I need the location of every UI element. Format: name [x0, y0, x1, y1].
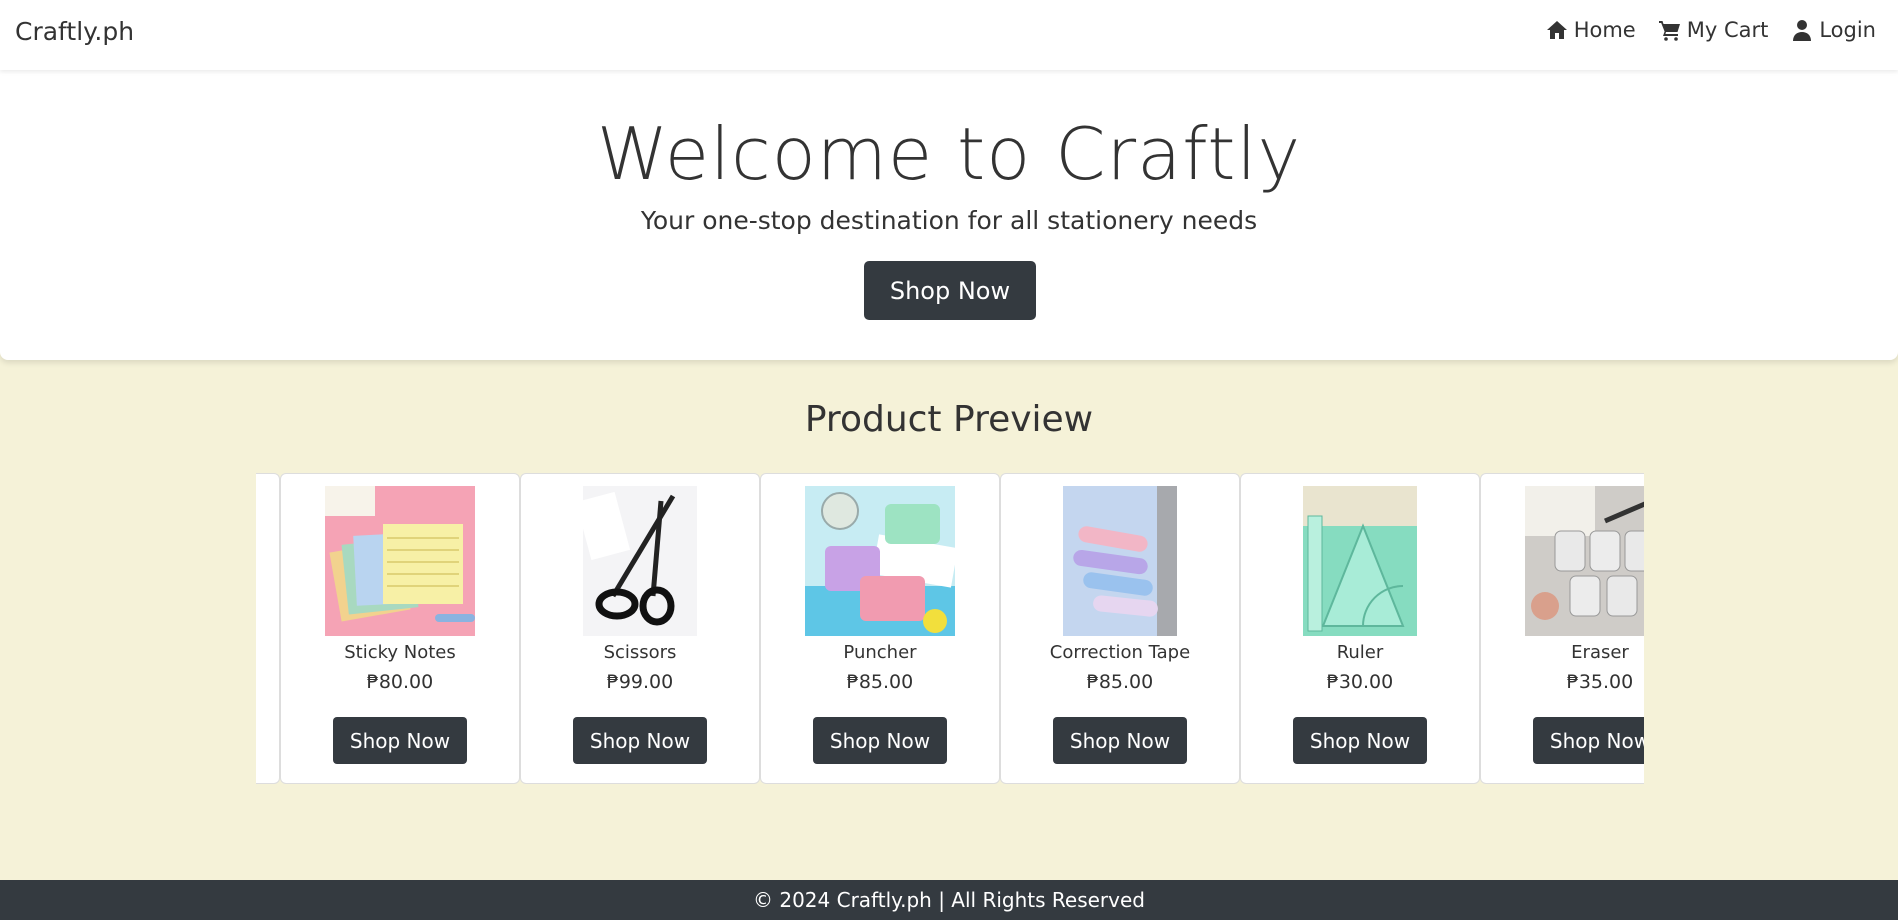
puncher-image: [805, 486, 955, 636]
product-shop-now-button[interactable]: Shop Now: [333, 717, 467, 764]
product-price: ₱35.00: [1566, 671, 1634, 693]
product-price: ₱80.00: [366, 671, 434, 693]
product-preview-title: Product Preview: [804, 399, 1094, 440]
carousel-track: Sticky Notes ₱80.00 Shop Now Scissors ₱9…: [256, 473, 1644, 784]
product-card: Puncher ₱85.00 Shop Now: [760, 473, 1000, 784]
product-name: Eraser: [1571, 642, 1629, 663]
nav-home-link[interactable]: Home: [1545, 18, 1636, 42]
product-shop-now-button[interactable]: Shop Now: [1293, 717, 1427, 764]
product-name: Sticky Notes: [344, 642, 456, 663]
home-icon: [1546, 21, 1567, 39]
product-card: [256, 473, 280, 784]
product-card: Scissors ₱99.00 Shop Now: [520, 473, 760, 784]
product-carousel[interactable]: Sticky Notes ₱80.00 Shop Now Scissors ₱9…: [256, 473, 1644, 785]
nav-links: Home My Cart Login: [1545, 18, 1876, 42]
brand-logo[interactable]: Craftly.ph: [15, 17, 134, 46]
product-shop-now-button[interactable]: Shop Now: [813, 717, 947, 764]
nav-home-label: Home: [1573, 18, 1636, 42]
product-card: Sticky Notes ₱80.00 Shop Now: [280, 473, 520, 784]
product-name: Scissors: [603, 642, 677, 663]
user-icon: [1793, 20, 1812, 41]
hero-title: Welcome to Craftly: [596, 112, 1302, 196]
footer: © 2024 Craftly.ph | All Rights Reserved: [0, 880, 1898, 920]
correction-tape-image: [1063, 486, 1177, 636]
nav-login-link[interactable]: Login: [1790, 18, 1876, 42]
product-card: Eraser ₱35.00 Shop Now: [1480, 473, 1644, 784]
product-card: Ruler ₱30.00 Shop Now: [1240, 473, 1480, 784]
navbar: Craftly.ph Home My Cart Login: [0, 0, 1898, 70]
product-shop-now-button[interactable]: Shop Now: [573, 717, 707, 764]
nav-cart-link[interactable]: My Cart: [1658, 18, 1769, 42]
product-name: Puncher: [843, 642, 917, 663]
hero-section: Welcome to Craftly Your one-stop destina…: [0, 70, 1898, 360]
product-price: ₱85.00: [846, 671, 914, 693]
product-name: Ruler: [1336, 642, 1384, 663]
eraser-image: [1525, 486, 1644, 636]
ruler-image: [1303, 486, 1417, 636]
product-price: ₱85.00: [1086, 671, 1154, 693]
product-shop-now-button[interactable]: Shop Now: [1533, 717, 1644, 764]
cart-icon: [1658, 21, 1680, 41]
product-card: Correction Tape ₱85.00 Shop Now: [1000, 473, 1240, 784]
hero-subtitle: Your one-stop destination for all statio…: [640, 206, 1258, 235]
product-price: ₱99.00: [606, 671, 674, 693]
sticky-notes-image: [325, 486, 475, 636]
nav-cart-label: My Cart: [1686, 18, 1769, 42]
product-shop-now-button[interactable]: Shop Now: [1053, 717, 1187, 764]
product-name: Correction Tape: [1049, 642, 1191, 663]
hero-shop-now-button[interactable]: Shop Now: [864, 261, 1036, 320]
footer-copyright: © 2024 Craftly.ph | All Rights Reserved: [753, 888, 1145, 912]
nav-login-label: Login: [1819, 18, 1876, 42]
product-price: ₱30.00: [1326, 671, 1394, 693]
scissors-image: [583, 486, 697, 636]
